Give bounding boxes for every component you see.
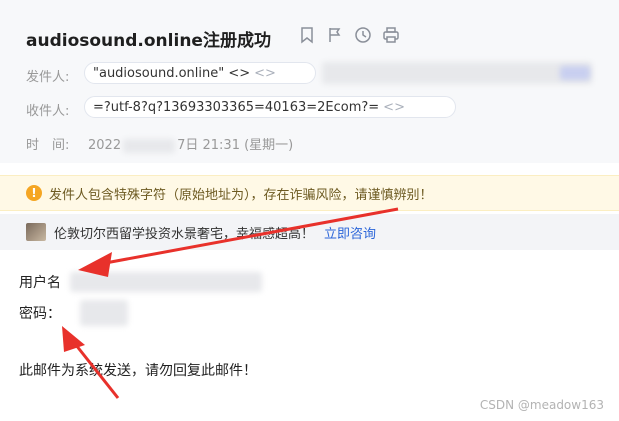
arrow-to-username [78, 207, 399, 277]
arrow-to-password [62, 326, 120, 399]
annotation-arrows [62, 207, 399, 399]
